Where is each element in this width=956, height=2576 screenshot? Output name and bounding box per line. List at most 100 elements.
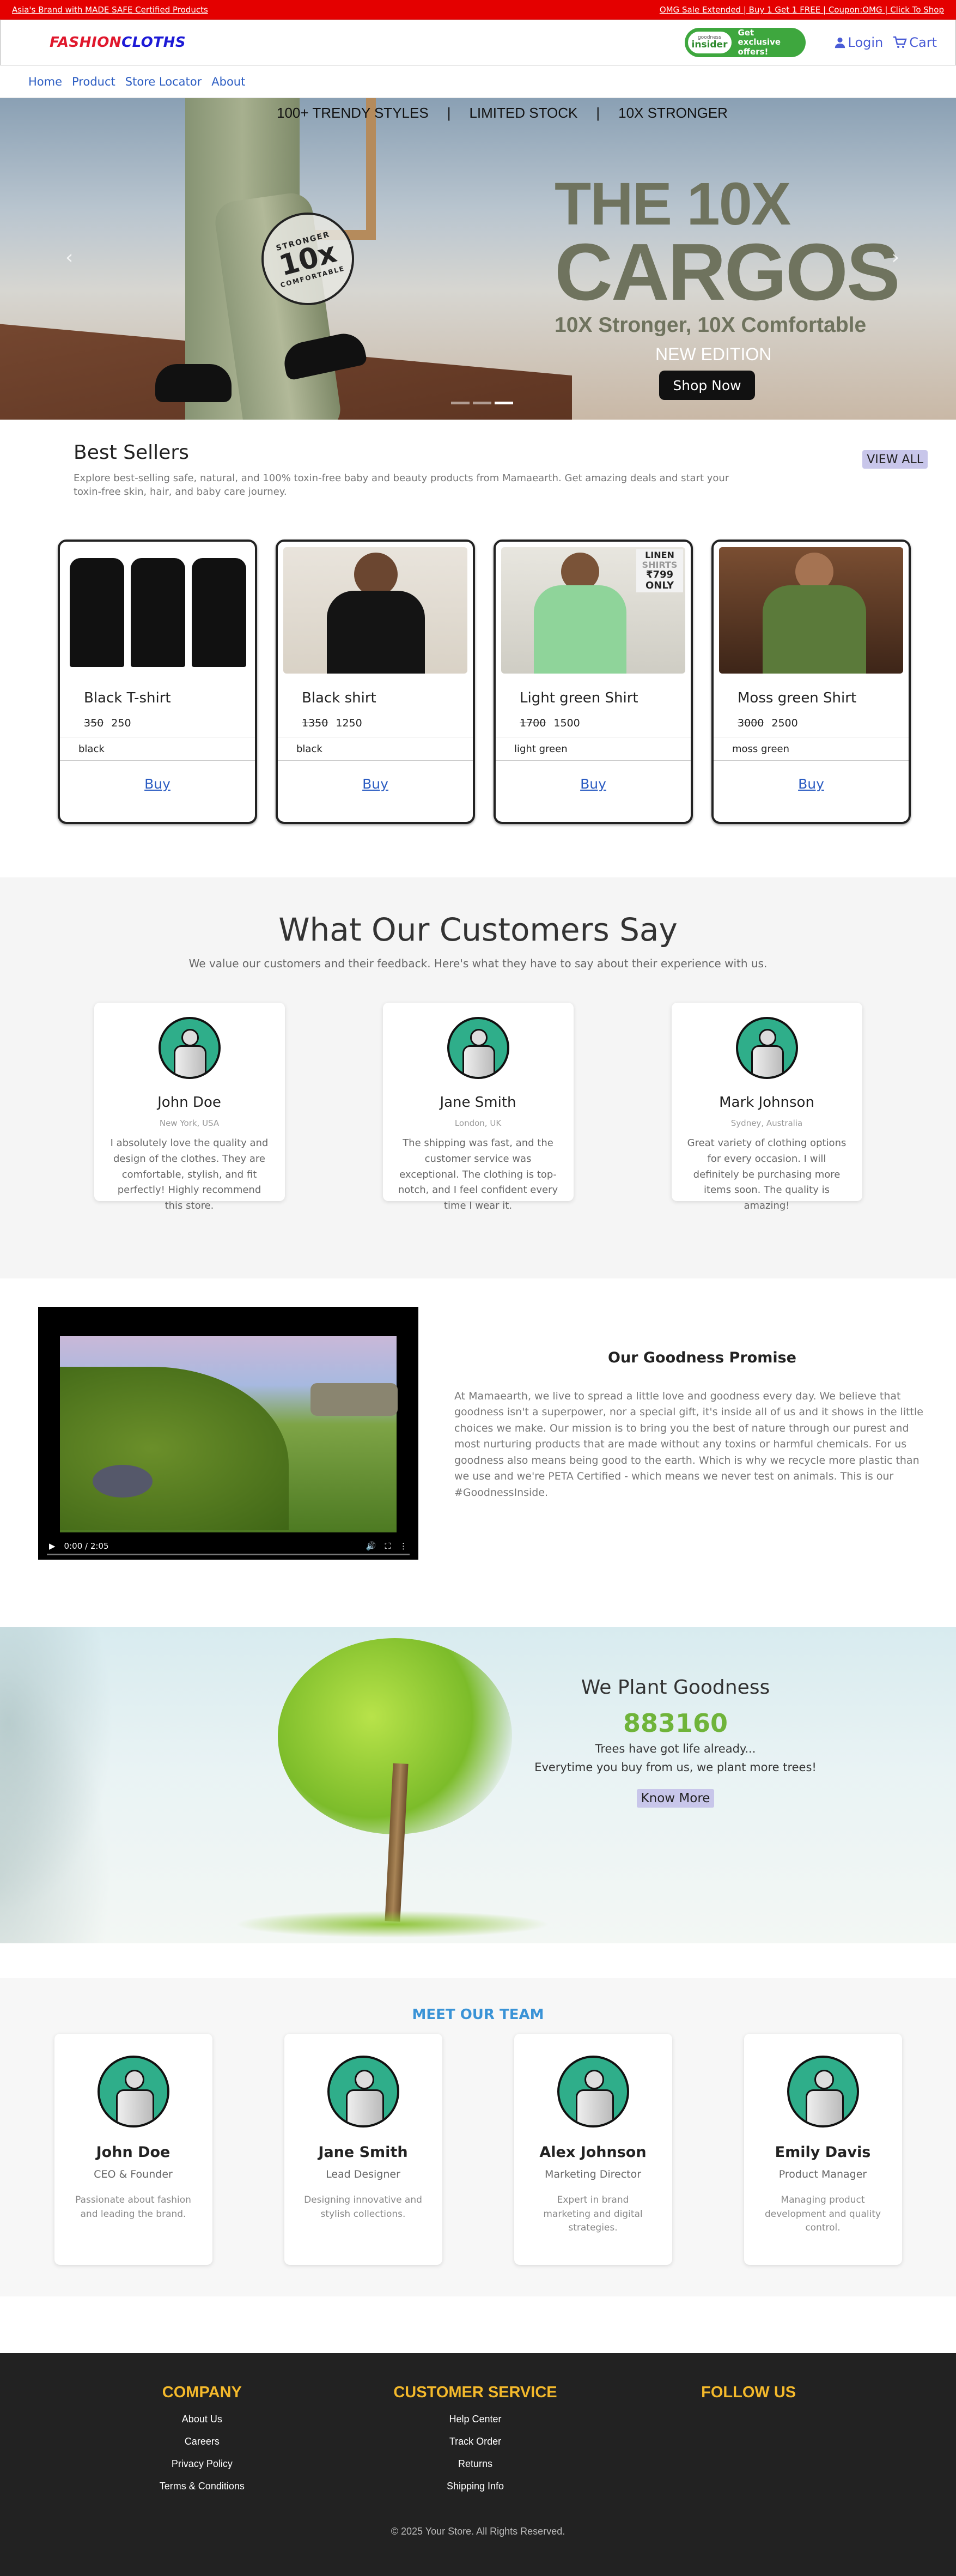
- footer-link-about-us[interactable]: About Us: [104, 2414, 300, 2425]
- nav-product[interactable]: Product: [72, 75, 115, 88]
- nav-about[interactable]: About: [211, 75, 245, 88]
- volume-icon[interactable]: 🔊: [366, 1541, 376, 1551]
- testimonials-title: What Our Customers Say: [278, 911, 678, 948]
- footer-link-track-order[interactable]: Track Order: [377, 2436, 573, 2447]
- login-link[interactable]: Login: [834, 35, 883, 50]
- insider-logo: goodness insider: [686, 31, 733, 54]
- member-description: Passionate about fashion and leading the…: [75, 2195, 191, 2220]
- testimonials-section: What Our Customers Say We value our cust…: [0, 877, 956, 1278]
- tagline-separator: |: [596, 105, 600, 121]
- product-color: black: [278, 737, 473, 761]
- team-title: MEET OUR TEAM: [412, 2007, 544, 2023]
- linen-promo-badge: LINEN SHIRTS ₹799 ONLY: [636, 549, 683, 592]
- product-card[interactable]: Moss green Shirt 3000 2500 moss green Bu…: [711, 540, 911, 824]
- nav-store-locator[interactable]: Store Locator: [125, 75, 202, 88]
- linen-badge-line: LINEN: [645, 550, 674, 560]
- promo-video-player[interactable]: ▶ 0:00 / 2:05 🔊 ⛶ ⋮: [38, 1307, 418, 1560]
- nav-home[interactable]: Home: [28, 75, 62, 88]
- footer-follow-column: FOLLOW US: [650, 2384, 847, 2503]
- plant-title: We Plant Goodness: [581, 1676, 770, 1699]
- carousel-dot[interactable]: [473, 402, 491, 404]
- footer-link-returns[interactable]: Returns: [377, 2458, 573, 2470]
- buy-link[interactable]: Buy: [283, 776, 467, 792]
- more-options-icon[interactable]: ⋮: [399, 1541, 407, 1551]
- insider-brand-text: insider: [691, 39, 728, 50]
- testimonial-quote: The shipping was fast, and the customer …: [398, 1137, 558, 1212]
- insider-offer-text: Get exclusive offers!: [738, 28, 781, 57]
- buy-link[interactable]: Buy: [501, 776, 685, 792]
- footer-link-help-center[interactable]: Help Center: [377, 2414, 573, 2425]
- fullscreen-icon[interactable]: ⛶: [385, 1541, 391, 1551]
- know-more-button[interactable]: Know More: [636, 1789, 715, 1808]
- plant-goodness-banner: We Plant Goodness 883160 Trees have got …: [0, 1627, 956, 1943]
- carousel-next-icon[interactable]: ›: [892, 246, 899, 269]
- team-member-card: Jane Smith Lead Designer Designing innov…: [284, 2034, 442, 2265]
- view-all-button[interactable]: VIEW ALL: [862, 450, 928, 469]
- insider-offers-badge[interactable]: goodness insider Get exclusive offers!: [684, 28, 806, 57]
- product-sale-price: 250: [111, 717, 131, 729]
- product-old-price: 3000: [738, 717, 764, 729]
- avatar: [787, 2056, 859, 2128]
- footer-link-careers[interactable]: Careers: [104, 2436, 300, 2447]
- member-description: Managing product development and quality…: [764, 2195, 881, 2233]
- member-role: Lead Designer: [326, 2168, 400, 2180]
- carousel-prev-icon[interactable]: ‹: [65, 246, 73, 269]
- product-image: LINEN SHIRTS ₹799 ONLY: [501, 547, 685, 674]
- leaf-decoration: [0, 1627, 131, 1943]
- product-name: Moss green Shirt: [738, 690, 857, 706]
- video-time: 0:00 / 2:05: [64, 1541, 109, 1551]
- product-sale-price: 1500: [553, 717, 580, 729]
- testimonial-card: John Doe New York, USA I absolutely love…: [94, 1003, 285, 1211]
- hero-title-line-1: THE 10X: [555, 171, 791, 238]
- hero-headline: THE 10X CARGOS 10X Stronger, 10X Comfort…: [555, 171, 900, 337]
- main-nav: Home Product Store Locator About: [0, 65, 956, 98]
- linen-badge-line: ONLY: [645, 579, 674, 591]
- product-sale-price: 2500: [771, 717, 798, 729]
- carousel-dot-active[interactable]: [495, 402, 513, 404]
- product-card[interactable]: LINEN SHIRTS ₹799 ONLY Light green Shirt…: [494, 540, 693, 824]
- carousel-dot[interactable]: [451, 402, 470, 404]
- avatar: [327, 2056, 399, 2128]
- buy-link[interactable]: Buy: [719, 776, 903, 792]
- grass-patch: [234, 1911, 550, 1938]
- member-description: Designing innovative and stylish collect…: [304, 2195, 422, 2220]
- team-member-card: Alex Johnson Marketing Director Expert i…: [514, 2034, 672, 2265]
- product-old-price: 350: [84, 717, 104, 729]
- avatar: [97, 2056, 169, 2128]
- announcement-left-link[interactable]: Asia's Brand with MADE SAFE Certified Pr…: [12, 5, 208, 15]
- team-member-card: Emily Davis Product Manager Managing pro…: [744, 2034, 902, 2265]
- testimonial-quote: I absolutely love the quality and design…: [110, 1137, 269, 1212]
- footer-link-shipping[interactable]: Shipping Info: [377, 2481, 573, 2492]
- member-description: Expert in brand marketing and digital st…: [543, 2195, 643, 2233]
- team-member-card: John Doe CEO & Founder Passionate about …: [54, 2034, 212, 2265]
- footer-link-privacy[interactable]: Privacy Policy: [104, 2458, 300, 2470]
- logo-part-2: CLOTHS: [121, 34, 186, 51]
- product-image: [65, 547, 249, 674]
- play-icon[interactable]: ▶: [49, 1541, 56, 1551]
- video-progress-bar[interactable]: [47, 1554, 410, 1555]
- product-name: Black T-shirt: [84, 690, 171, 706]
- product-card[interactable]: Black shirt 1350 1250 black Buy: [276, 540, 475, 824]
- hero-carousel: STRONGER 10x COMFORTABLE 100+ TRENDY STY…: [0, 98, 956, 420]
- copyright-text: © 2025 Your Store. All Rights Reserved.: [391, 2526, 565, 2537]
- product-old-price: 1700: [520, 717, 546, 729]
- avatar: [557, 2056, 629, 2128]
- announcement-right-link[interactable]: OMG Sale Extended | Buy 1 Get 1 FREE | C…: [660, 5, 944, 15]
- shop-now-button[interactable]: Shop Now: [659, 371, 755, 400]
- tagline-item: 100+ TRENDY STYLES: [277, 105, 429, 121]
- buy-link[interactable]: Buy: [65, 776, 249, 792]
- testimonial-location: London, UK: [454, 1118, 502, 1128]
- product-card[interactable]: Black T-shirt 350 250 black Buy: [58, 540, 257, 824]
- member-name: Jane Smith: [318, 2144, 408, 2161]
- footer-link-terms[interactable]: Terms & Conditions: [104, 2481, 300, 2492]
- best-sellers-description: Explore best-selling safe, natural, and …: [74, 472, 729, 498]
- cart-link[interactable]: Cart: [893, 35, 937, 50]
- brand-logo[interactable]: FASHIONCLOTHS: [50, 34, 186, 51]
- carousel-indicators: [451, 402, 513, 404]
- product-image: [283, 547, 467, 674]
- testimonial-name: Jane Smith: [440, 1094, 516, 1111]
- site-footer: COMPANY About Us Careers Privacy Policy …: [0, 2353, 956, 2576]
- footer-service-title: CUSTOMER SERVICE: [393, 2384, 557, 2401]
- product-color: black: [60, 737, 255, 761]
- product-price: 3000 2500: [738, 717, 903, 729]
